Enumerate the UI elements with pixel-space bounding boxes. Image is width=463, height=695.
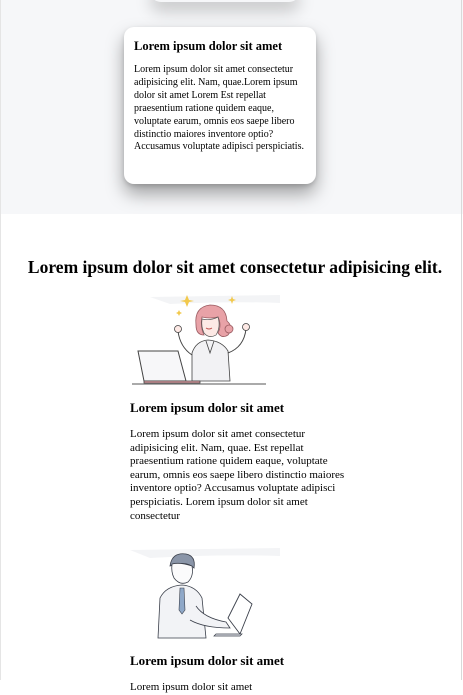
top-band: Lorem ipsum dolor sit amet Lorem ipsum d…	[0, 0, 463, 214]
card-title: Lorem ipsum dolor sit amet	[134, 39, 283, 53]
feature-item: Lorem ipsum dolor sit amet Lorem ipsum d…	[130, 548, 360, 695]
info-card: Lorem ipsum dolor sit amet Lorem ipsum d…	[124, 27, 316, 184]
feature-description: Lorem ipsum dolor sit amet	[130, 681, 253, 693]
woman-celebrating-laptop-illustration	[130, 295, 280, 387]
feature-title: Lorem ipsum dolor sit amet	[130, 400, 285, 415]
feature-title: Lorem ipsum dolor sit amet	[130, 653, 285, 668]
section-heading: Lorem ipsum dolor sit amet consectetur a…	[27, 257, 443, 277]
feature-description: Lorem ipsum dolor sit amet consectetur a…	[130, 428, 345, 522]
previous-card-shadow	[150, 0, 300, 2]
card-body: Lorem ipsum dolor sit amet consectetur a…	[134, 64, 304, 153]
feature-item: Lorem ipsum dolor sit amet Lorem ipsum d…	[130, 295, 360, 523]
man-typing-laptop-illustration	[130, 548, 280, 640]
